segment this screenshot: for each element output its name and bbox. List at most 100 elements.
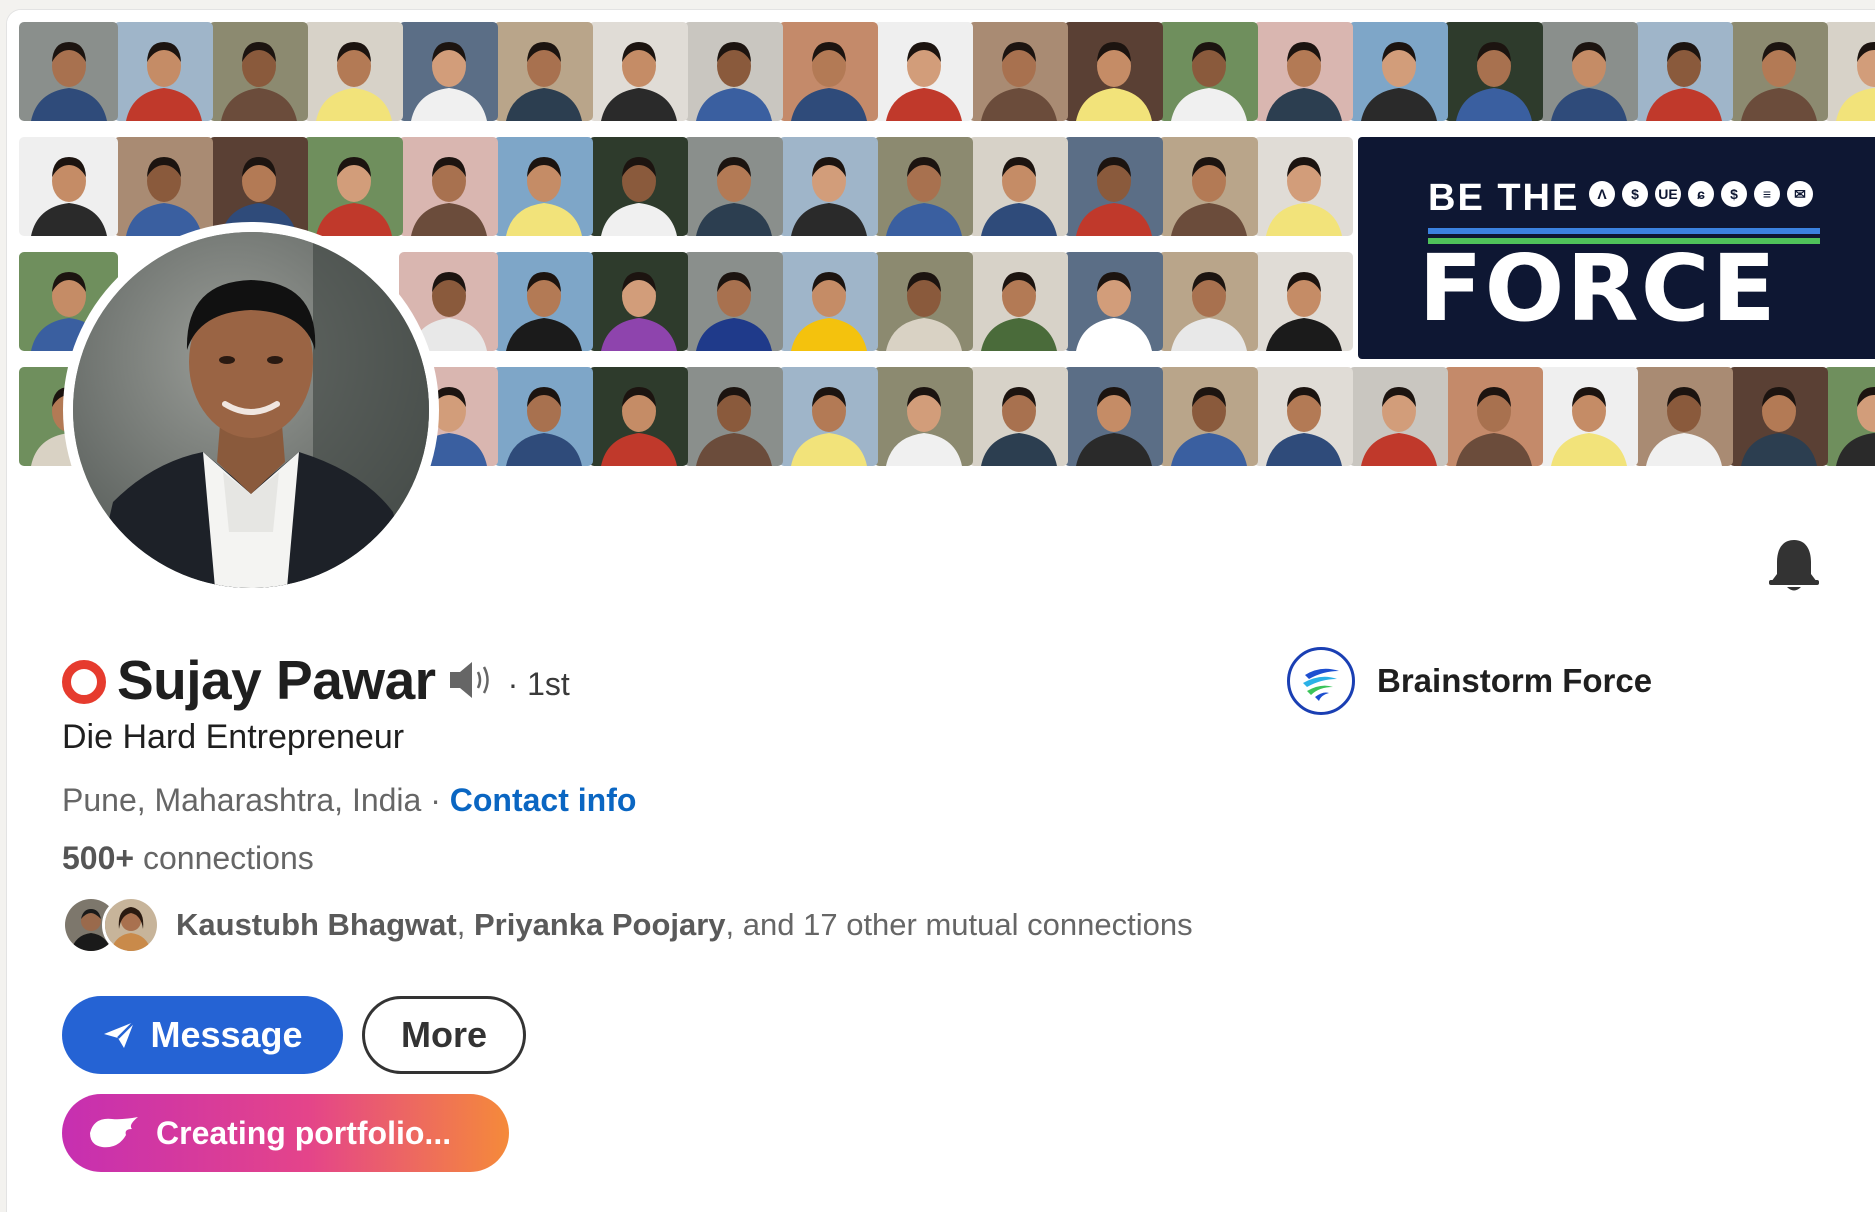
banner-photo-tile bbox=[1729, 367, 1828, 466]
location-separator: · bbox=[421, 782, 450, 818]
banner-photo-tile bbox=[19, 22, 118, 121]
profile-card: BE THE Λ $ UE ɕ $ ≡ ✉ FORCE Sujay Pawar … bbox=[7, 10, 1875, 1212]
mutual-separator: , bbox=[456, 907, 474, 942]
banner-photo-tile bbox=[969, 252, 1068, 351]
banner-photo-tile bbox=[874, 22, 973, 121]
banner-photo-tile bbox=[589, 22, 688, 121]
connections-count[interactable]: 500+ connections bbox=[62, 840, 314, 877]
banner-line2: FORCE bbox=[1418, 235, 1778, 342]
banner-photo-tile bbox=[1349, 22, 1448, 121]
creating-portfolio-button[interactable]: Creating portfolio... bbox=[62, 1094, 509, 1172]
banner-photo-tile bbox=[1539, 367, 1638, 466]
banner-photo-tile bbox=[969, 22, 1068, 121]
brand-icon: $ bbox=[1622, 181, 1648, 207]
banner-photo-tile bbox=[684, 252, 783, 351]
banner-photo-tile bbox=[1729, 22, 1828, 121]
banner-photo-tile bbox=[1064, 367, 1163, 466]
mutual-avatar bbox=[102, 896, 160, 954]
mutual-person-2: Priyanka Poojary bbox=[473, 907, 726, 942]
banner-photo-tile bbox=[1824, 367, 1875, 466]
banner-photo-tile bbox=[304, 22, 403, 121]
banner-photo-tile bbox=[494, 137, 593, 236]
banner-brand-icons: Λ $ UE ɕ $ ≡ ✉ bbox=[1589, 181, 1813, 207]
banner-photo-tile bbox=[1634, 22, 1733, 121]
banner-photo-tile bbox=[969, 137, 1068, 236]
mutual-connections[interactable]: Kaustubh Bhagwat, Priyanka Poojary, and … bbox=[62, 896, 1193, 954]
banner-photo-tile bbox=[1444, 367, 1543, 466]
brand-icon: ɕ bbox=[1688, 181, 1714, 207]
banner-photo-tile bbox=[1159, 137, 1258, 236]
banner-photo-tile bbox=[399, 22, 498, 121]
banner-photo-tile bbox=[1064, 137, 1163, 236]
banner-photo-tile bbox=[684, 22, 783, 121]
banner-photo-tile bbox=[589, 137, 688, 236]
swoosh-icon bbox=[90, 1117, 138, 1148]
more-label: More bbox=[400, 1014, 487, 1055]
banner-photo-tile bbox=[589, 252, 688, 351]
banner-photo-tile bbox=[494, 252, 593, 351]
more-button[interactable]: More bbox=[362, 996, 526, 1074]
profile-location: Pune, Maharashtra, India bbox=[62, 782, 422, 818]
banner-photo-tile bbox=[1254, 367, 1353, 466]
brand-icon: ≡ bbox=[1754, 181, 1780, 207]
banner-photo-tile bbox=[684, 137, 783, 236]
banner-photo-tile bbox=[684, 367, 783, 466]
current-company[interactable]: Brainstorm Force bbox=[1287, 647, 1652, 715]
speaker-icon[interactable] bbox=[448, 658, 496, 707]
mutual-person-1: Kaustubh Bhagwat bbox=[176, 907, 457, 942]
banner-photo-tile bbox=[1254, 22, 1353, 121]
open-to-work-icon bbox=[62, 660, 106, 704]
banner-photo-tile bbox=[1444, 22, 1543, 121]
banner-photo-tile bbox=[1159, 252, 1258, 351]
banner-photo-tile bbox=[494, 367, 593, 466]
banner-photo-tile bbox=[304, 137, 403, 236]
profile-photo bbox=[73, 232, 429, 588]
profile-avatar[interactable] bbox=[63, 222, 439, 598]
message-label: Message bbox=[150, 1014, 303, 1055]
banner-photo-tile bbox=[779, 137, 878, 236]
banner-photo-tile bbox=[1634, 367, 1733, 466]
banner-photo-tile bbox=[589, 367, 688, 466]
banner-photo-tile bbox=[114, 137, 213, 236]
mutual-rest: , and 17 other mutual connections bbox=[725, 907, 1193, 942]
brand-icon: UE bbox=[1655, 181, 1681, 207]
send-icon bbox=[104, 1021, 136, 1048]
be-the-force-panel: BE THE Λ $ UE ɕ $ ≡ ✉ FORCE bbox=[1358, 137, 1875, 359]
banner-photo-tile bbox=[1159, 22, 1258, 121]
banner-photo-tile bbox=[1159, 367, 1258, 466]
profile-headline: Die Hard Entrepreneur bbox=[62, 718, 405, 756]
banner-photo-tile bbox=[114, 22, 213, 121]
connections-number: 500+ bbox=[62, 840, 135, 876]
banner-photo-tile bbox=[1254, 137, 1353, 236]
bell-icon[interactable] bbox=[1767, 536, 1821, 594]
portfolio-label: Creating portfolio... bbox=[156, 1114, 452, 1151]
brand-icon: ✉ bbox=[1787, 181, 1813, 207]
profile-name: Sujay Pawar bbox=[117, 649, 436, 711]
banner-photo-tile bbox=[494, 22, 593, 121]
banner-photo-tile bbox=[874, 252, 973, 351]
brainstorm-force-logo bbox=[1287, 647, 1355, 715]
banner-photo-tile bbox=[1824, 22, 1875, 121]
location-row: Pune, Maharashtra, India · Contact info bbox=[62, 782, 636, 819]
banner-photo-tile bbox=[874, 367, 973, 466]
banner-photo-tile bbox=[779, 22, 878, 121]
mutual-connections-text: Kaustubh Bhagwat, Priyanka Poojary, and … bbox=[176, 907, 1193, 943]
company-name: Brainstorm Force bbox=[1377, 662, 1653, 699]
banner-photo-tile bbox=[209, 22, 308, 121]
contact-info-link[interactable]: Contact info bbox=[450, 782, 637, 818]
banner-photo-tile bbox=[874, 137, 973, 236]
message-button[interactable]: Message bbox=[62, 996, 343, 1074]
banner-photo-tile bbox=[1064, 22, 1163, 121]
banner-photo-tile bbox=[19, 137, 118, 236]
name-row: Sujay Pawar · 1st bbox=[62, 648, 570, 712]
banner-photo-tile bbox=[1254, 252, 1353, 351]
connection-degree: · 1st bbox=[507, 665, 570, 702]
banner-photo-tile bbox=[969, 367, 1068, 466]
brand-icon: $ bbox=[1721, 181, 1747, 207]
connections-label: connections bbox=[134, 840, 314, 876]
banner-photo-tile bbox=[779, 252, 878, 351]
banner-photo-tile bbox=[1064, 252, 1163, 351]
banner-photo-tile bbox=[779, 367, 878, 466]
banner-photo-tile bbox=[1349, 367, 1448, 466]
banner-line1: BE THE bbox=[1428, 177, 1580, 219]
